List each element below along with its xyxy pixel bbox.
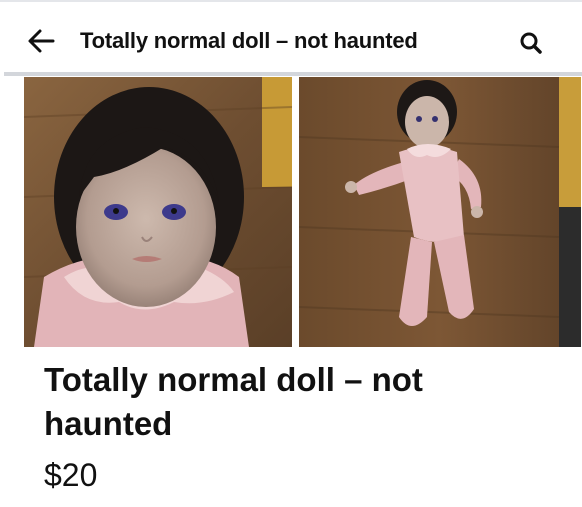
search-icon: [520, 32, 542, 54]
doll-face-image: [24, 77, 292, 347]
back-button[interactable]: [24, 24, 58, 58]
listing-price: $20: [44, 457, 98, 493]
app-header: Totally normal doll – not haunted: [0, 2, 582, 74]
header-divider: [4, 72, 582, 76]
photo-doll-face[interactable]: [24, 77, 292, 347]
photo-gallery: [0, 77, 582, 349]
arrow-left-icon: [28, 29, 55, 53]
listing-title: Totally normal doll – not haunted: [44, 361, 423, 442]
doll-full-body-image: [299, 77, 581, 347]
photo-doll-full[interactable]: [299, 77, 581, 347]
header-title: Totally normal doll – not haunted: [80, 28, 418, 53]
search-button[interactable]: [518, 30, 544, 56]
